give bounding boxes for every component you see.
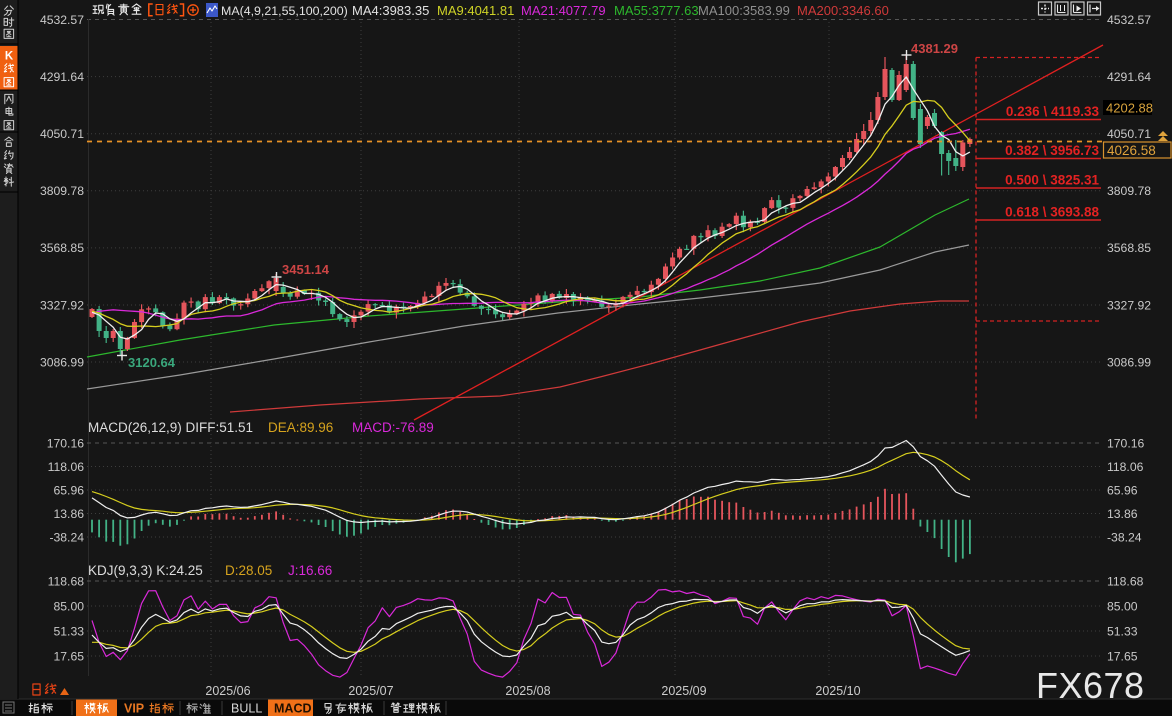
svg-text:BULL: BULL (231, 702, 262, 716)
svg-text:3086.99: 3086.99 (40, 355, 84, 369)
svg-text:3451.14: 3451.14 (282, 262, 330, 277)
svg-text:MA200:3346.60: MA200:3346.60 (797, 3, 889, 18)
svg-text:118.68: 118.68 (48, 574, 85, 588)
svg-text:J:16.66: J:16.66 (288, 563, 332, 578)
svg-text:118.68: 118.68 (1107, 574, 1144, 588)
svg-text:17.65: 17.65 (1107, 649, 1138, 663)
svg-text:2025/08: 2025/08 (505, 684, 550, 698)
svg-text:VIP: VIP (124, 702, 144, 716)
svg-text:4050.71: 4050.71 (1107, 127, 1151, 141)
svg-text:0.382 \ 3956.73: 0.382 \ 3956.73 (1005, 143, 1099, 158)
svg-text:4050.71: 4050.71 (40, 127, 84, 141)
svg-text:2025/09: 2025/09 (661, 684, 706, 698)
svg-text:3327.92: 3327.92 (1107, 298, 1151, 312)
svg-text:51.33: 51.33 (54, 624, 85, 638)
svg-text:4291.64: 4291.64 (1107, 70, 1151, 84)
svg-text:MACD:-76.89: MACD:-76.89 (352, 420, 434, 435)
svg-text:2025/10: 2025/10 (815, 684, 860, 698)
svg-text:4381.29: 4381.29 (911, 41, 958, 56)
svg-text:4291.64: 4291.64 (40, 70, 84, 84)
svg-text:DEA:89.96: DEA:89.96 (268, 420, 333, 435)
svg-text:51.33: 51.33 (1107, 624, 1138, 638)
svg-text:3327.92: 3327.92 (40, 298, 84, 312)
svg-text:4532.57: 4532.57 (40, 13, 84, 27)
svg-text:KDJ(9,3,3) K:24.25: KDJ(9,3,3) K:24.25 (88, 563, 203, 578)
svg-text:MA9:4041.81: MA9:4041.81 (437, 3, 514, 18)
svg-text:3809.78: 3809.78 (1107, 184, 1151, 198)
svg-text:3120.64: 3120.64 (128, 355, 176, 370)
svg-text:-38.24: -38.24 (1107, 530, 1142, 544)
svg-text:MACD: MACD (274, 702, 312, 716)
svg-text:4026.58: 4026.58 (1107, 143, 1156, 158)
svg-text:85.00: 85.00 (1107, 599, 1138, 613)
svg-text:MA(4,9,21,55,100,200): MA(4,9,21,55,100,200) (221, 4, 348, 18)
svg-text:3809.78: 3809.78 (40, 184, 84, 198)
svg-text:13.86: 13.86 (1107, 507, 1138, 521)
svg-text:-38.24: -38.24 (49, 530, 84, 544)
svg-text:0.618 \ 3693.88: 0.618 \ 3693.88 (1005, 205, 1099, 220)
svg-text:4532.57: 4532.57 (1107, 13, 1151, 27)
svg-text:13.86: 13.86 (54, 507, 85, 521)
svg-text:118.06: 118.06 (48, 460, 85, 474)
svg-text:D:28.05: D:28.05 (225, 563, 272, 578)
svg-text:MA21:4077.79: MA21:4077.79 (521, 3, 606, 18)
svg-text:65.96: 65.96 (1107, 483, 1138, 497)
svg-text:3086.99: 3086.99 (1107, 355, 1151, 369)
svg-text:0.500 \ 3825.31: 0.500 \ 3825.31 (1005, 173, 1099, 188)
svg-text:170.16: 170.16 (47, 436, 84, 450)
svg-text:2025/07: 2025/07 (348, 684, 393, 698)
svg-text:170.16: 170.16 (1107, 436, 1144, 450)
svg-text:4202.88: 4202.88 (1106, 101, 1153, 116)
svg-text:3568.85: 3568.85 (1107, 241, 1151, 255)
svg-text:3568.85: 3568.85 (40, 241, 84, 255)
svg-text:K: K (5, 51, 14, 63)
svg-text:MA100:3583.99: MA100:3583.99 (698, 3, 790, 18)
svg-text:118.06: 118.06 (1107, 460, 1144, 474)
svg-text:MACD(26,12,9) DIFF:51.51: MACD(26,12,9) DIFF:51.51 (88, 420, 253, 435)
svg-text:85.00: 85.00 (54, 599, 85, 613)
svg-text:2025/06: 2025/06 (205, 684, 250, 698)
svg-text:17.65: 17.65 (54, 649, 85, 663)
svg-text:MA55:3777.63: MA55:3777.63 (614, 3, 699, 18)
svg-text:0.236 \ 4119.33: 0.236 \ 4119.33 (1006, 104, 1100, 119)
svg-text:MA4:3983.35: MA4:3983.35 (352, 3, 429, 18)
svg-text:65.96: 65.96 (54, 483, 85, 497)
